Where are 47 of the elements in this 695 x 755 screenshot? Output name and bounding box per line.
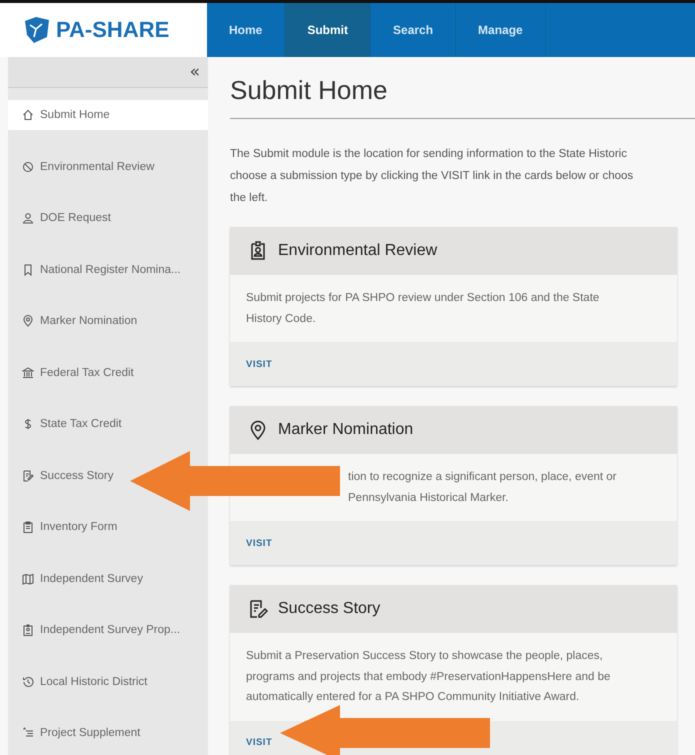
document-icon bbox=[22, 470, 34, 482]
document-icon bbox=[248, 599, 268, 619]
home-icon bbox=[22, 109, 34, 121]
sidebar-item[interactable]: Environmental Review bbox=[8, 152, 158, 182]
nav-tab[interactable]: Submit bbox=[285, 3, 372, 57]
visit-link[interactable]: VISIT bbox=[246, 538, 272, 548]
sidebar-item[interactable]: Independent Survey bbox=[8, 564, 147, 594]
prohibited-icon bbox=[22, 160, 34, 172]
logo-icon bbox=[22, 15, 52, 45]
nav-tab[interactable]: Manage bbox=[456, 3, 546, 57]
card-description: Submit a Preservation Success Story to showcase the people, places, programs and projects that embody #PreservationHappensHere and be automatically entered for a PA SHPO Community Initiative Award. bbox=[245, 649, 612, 705]
logo-text: PA-SHARE bbox=[56, 17, 170, 43]
card-description: Submit projects for PA SHPO review under Section 106 and the State History Code. bbox=[245, 291, 600, 326]
page-title: Submit Home bbox=[230, 75, 388, 106]
dollar-icon bbox=[22, 418, 34, 430]
sidebar-item[interactable]: Submit Home bbox=[8, 100, 208, 130]
bank-icon bbox=[22, 366, 34, 378]
sidebar-item[interactable]: Inventory Form bbox=[8, 512, 122, 542]
history-icon bbox=[22, 676, 34, 688]
sidebar-item[interactable]: Independent Survey Prop... bbox=[8, 615, 184, 645]
pin-icon bbox=[22, 315, 34, 327]
sidebar-item[interactable]: Local Historic District bbox=[8, 666, 152, 696]
card-title: Marker Nomination bbox=[278, 421, 414, 439]
clipboard-icon bbox=[22, 521, 34, 533]
sidebar-item[interactable]: Marker Nomination bbox=[8, 306, 142, 336]
card-title: Success Story bbox=[278, 600, 380, 618]
intro-text: The Submit module is the location for sending information to the State Historic choose a submission type by clicking the VISIT link in the cards below or choos the left. bbox=[230, 147, 634, 206]
nav-tab[interactable]: Search bbox=[371, 3, 456, 57]
arrow-icon bbox=[130, 451, 340, 511]
visit-link[interactable]: VISIT bbox=[246, 737, 272, 748]
pin-icon bbox=[248, 420, 268, 440]
arrow-icon bbox=[280, 705, 490, 755]
list-icon bbox=[22, 727, 34, 739]
sidebar-item[interactable]: Federal Tax Credit bbox=[8, 358, 138, 388]
person-icon bbox=[22, 212, 34, 224]
sidebar-item[interactable]: DOE Request bbox=[8, 203, 115, 233]
map-icon bbox=[22, 572, 34, 584]
sidebar-item[interactable]: State Tax Credit bbox=[8, 409, 126, 439]
collapse-button[interactable]: « bbox=[182, 62, 208, 82]
card-description: tion to recognize a significant person, place, event or Pennsylvania Historical Marker. bbox=[347, 470, 618, 506]
card-title: Environmental Review bbox=[278, 242, 438, 260]
sidebar-item[interactable]: Success Story bbox=[8, 460, 118, 490]
sidebar-item[interactable]: Project Supplement bbox=[8, 718, 144, 748]
sidebar-item[interactable]: National Register Nomina... bbox=[8, 254, 185, 284]
visit-link[interactable]: VISIT bbox=[246, 358, 272, 370]
badge-icon bbox=[22, 624, 34, 636]
bookmark-icon bbox=[22, 264, 34, 276]
